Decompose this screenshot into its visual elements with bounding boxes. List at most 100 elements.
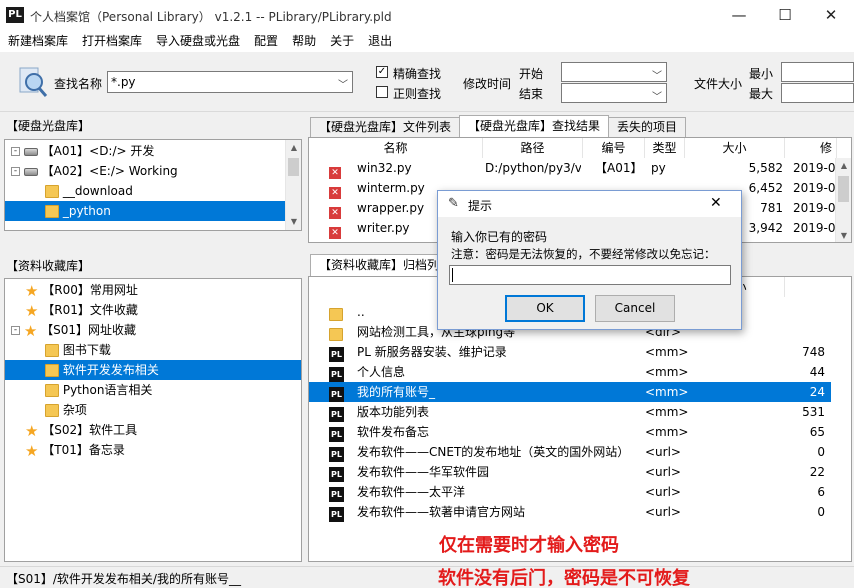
collapse-icon[interactable]: - — [11, 326, 20, 335]
tree-item-label: 杂项 — [62, 403, 87, 417]
result-date: 2019-0 — [793, 161, 836, 175]
col-header-name[interactable]: 名称 — [309, 138, 483, 158]
tree-item-label: 【R00】常用网址 — [42, 283, 138, 297]
regex-search-checkbox[interactable] — [376, 86, 388, 98]
maximize-button[interactable]: ☐ — [762, 0, 808, 30]
min-size-input[interactable] — [781, 62, 854, 82]
pl-document-icon: PL — [329, 387, 344, 402]
result-size: 5,582 — [748, 161, 783, 175]
search-name-combo[interactable]: *.py ﹀ — [107, 71, 353, 93]
app-icon: PL — [6, 7, 24, 23]
col-header-id[interactable]: 编号 — [583, 138, 645, 158]
tab-search-results[interactable]: 【硬盘光盘库】查找结果 — [459, 115, 610, 137]
archive-row[interactable]: PL 发布软件——CNET的发布地址（英文的国外网站） <url> 0 — [309, 442, 831, 462]
menu-new-library[interactable]: 新建档案库 — [8, 30, 75, 52]
tree-item-book-download[interactable]: 图书下载 — [5, 340, 301, 360]
tab-file-list[interactable]: 【硬盘光盘库】文件列表 — [310, 117, 461, 137]
password-input[interactable] — [449, 265, 731, 285]
tree-item-a02[interactable]: - 【A02】<E:/> Working — [5, 161, 287, 181]
scroll-thumb[interactable] — [288, 158, 299, 176]
archive-name: 个人信息 — [357, 365, 406, 379]
dialog-message: 输入你已有的密码 — [451, 230, 548, 244]
ok-button[interactable]: OK — [505, 295, 585, 322]
result-date: 2019-0 — [793, 221, 836, 235]
star-icon: ★ — [25, 441, 39, 460]
archive-type: <url> — [645, 445, 681, 459]
menu-open-library[interactable]: 打开档案库 — [82, 30, 149, 52]
close-button[interactable]: ✕ — [808, 0, 854, 30]
collapse-icon[interactable]: - — [11, 147, 20, 156]
tree-item-r00[interactable]: ★ 【R00】常用网址 — [5, 280, 301, 300]
tab-archive-list[interactable]: 【资料收藏库】归档列 — [310, 254, 448, 276]
archive-row[interactable]: PL 发布软件——软著申请官方网站 <url> 0 — [309, 502, 831, 522]
scroll-thumb[interactable] — [838, 176, 849, 202]
minimize-button[interactable]: — — [716, 0, 762, 30]
tree-item-label: 【R01】文件收藏 — [42, 303, 138, 317]
chevron-down-icon: ﹀ — [652, 92, 662, 103]
col-header-path[interactable]: 路径 — [483, 138, 583, 158]
tree-item-r01[interactable]: ★ 【R01】文件收藏 — [5, 300, 301, 320]
folder-icon — [45, 344, 59, 357]
archive-row[interactable]: PL 软件发布备忘 <mm> 65 — [309, 422, 831, 442]
col-header-type[interactable]: 类型 — [645, 138, 685, 158]
col-header-modified[interactable]: 修 — [785, 138, 837, 158]
drives-tree[interactable]: - 【A01】<D:/> 开发 - 【A02】<E:/> Working __d… — [4, 139, 302, 231]
scroll-down-icon[interactable]: ▼ — [836, 228, 851, 242]
favorites-tree[interactable]: ★ 【R00】常用网址 ★ 【R01】文件收藏 - ★ 【S01】网址收藏 图书… — [4, 278, 302, 562]
menu-about[interactable]: 关于 — [330, 30, 361, 52]
dialog-close-button[interactable]: ✕ — [710, 195, 722, 211]
exact-search-checkbox[interactable]: ✓ — [376, 66, 388, 78]
star-icon: ★ — [25, 281, 39, 300]
tree-item-s01[interactable]: - ★ 【S01】网址收藏 — [5, 320, 301, 340]
chevron-down-icon: ﹀ — [652, 71, 662, 82]
tree-item-misc[interactable]: 杂项 — [5, 400, 301, 420]
tree-item-s02[interactable]: ★ 【S02】软件工具 — [5, 420, 301, 440]
tree-item-label: _python — [62, 204, 111, 218]
star-icon: ★ — [25, 421, 39, 440]
scroll-down-icon[interactable]: ▼ — [286, 214, 301, 230]
menu-config[interactable]: 配置 — [254, 30, 285, 52]
tree-item-label: 【T01】备忘录 — [42, 443, 125, 457]
archive-row[interactable]: PL 发布软件——华军软件园 <url> 22 — [309, 462, 831, 482]
tree-item-software-dev[interactable]: 软件开发发布相关 — [5, 360, 301, 380]
archive-type: <url> — [645, 485, 681, 499]
col-header-size[interactable]: 大小 — [685, 138, 785, 158]
regex-search-label: 正则查找 — [393, 87, 442, 101]
archive-type: <mm> — [645, 425, 689, 439]
archive-row[interactable]: PL 我的所有账号_ <mm> 24 — [309, 382, 831, 402]
cancel-button[interactable]: Cancel — [595, 295, 675, 322]
scroll-up-icon[interactable]: ▲ — [836, 158, 851, 174]
status-path: 【S01】/软件开发发布相关/我的所有账号__ — [6, 572, 241, 586]
archive-row[interactable]: PL 个人信息 <mm> 44 — [309, 362, 831, 382]
search-name-label: 查找名称 — [54, 77, 103, 91]
tree-item-python[interactable]: _python — [5, 201, 287, 221]
start-date-combo[interactable]: ﹀ — [561, 62, 667, 82]
tree-item-python-lang[interactable]: Python语言相关 — [5, 380, 301, 400]
tab-lost-items[interactable]: 丢失的项目 — [608, 117, 687, 137]
menu-help[interactable]: 帮助 — [292, 30, 323, 52]
tree-item-label: 【S02】软件工具 — [42, 423, 138, 437]
tree-item-a01[interactable]: - 【A01】<D:/> 开发 — [5, 141, 287, 161]
archive-row[interactable]: PL PL 新服务器安装、维护记录 <mm> 748 — [309, 342, 831, 362]
tree-item-label: Python语言相关 — [62, 383, 153, 397]
archive-size: 531 — [802, 405, 825, 419]
menu-import-disk[interactable]: 导入硬盘或光盘 — [156, 30, 247, 52]
archive-row[interactable]: PL 版本功能列表 <mm> 531 — [309, 402, 831, 422]
tree-item-download[interactable]: __download — [5, 181, 287, 201]
menu-exit[interactable]: 退出 — [368, 30, 399, 52]
end-date-combo[interactable]: ﹀ — [561, 83, 667, 103]
drives-scrollbar[interactable]: ▲ ▼ — [285, 140, 301, 230]
result-id: 【A01】 — [595, 161, 643, 175]
archive-row[interactable]: PL 发布软件——太平洋 <url> 6 — [309, 482, 831, 502]
end-label: 结束 — [519, 87, 544, 101]
tree-item-label: 图书下载 — [62, 343, 111, 357]
folder-icon — [329, 328, 343, 341]
pl-document-icon: PL — [329, 367, 344, 382]
result-row[interactable]: ✕ win32.py D:/python/py3/ve 【A01】 py 5,582 201… — [309, 158, 837, 179]
max-size-input[interactable] — [781, 83, 854, 103]
tree-item-t01[interactable]: ★ 【T01】备忘录 — [5, 440, 301, 460]
collapse-icon[interactable]: - — [11, 167, 20, 176]
results-scrollbar[interactable]: ▲ ▼ — [835, 158, 851, 242]
scroll-up-icon[interactable]: ▲ — [286, 140, 301, 156]
archive-name: 我的所有账号_ — [357, 385, 436, 399]
